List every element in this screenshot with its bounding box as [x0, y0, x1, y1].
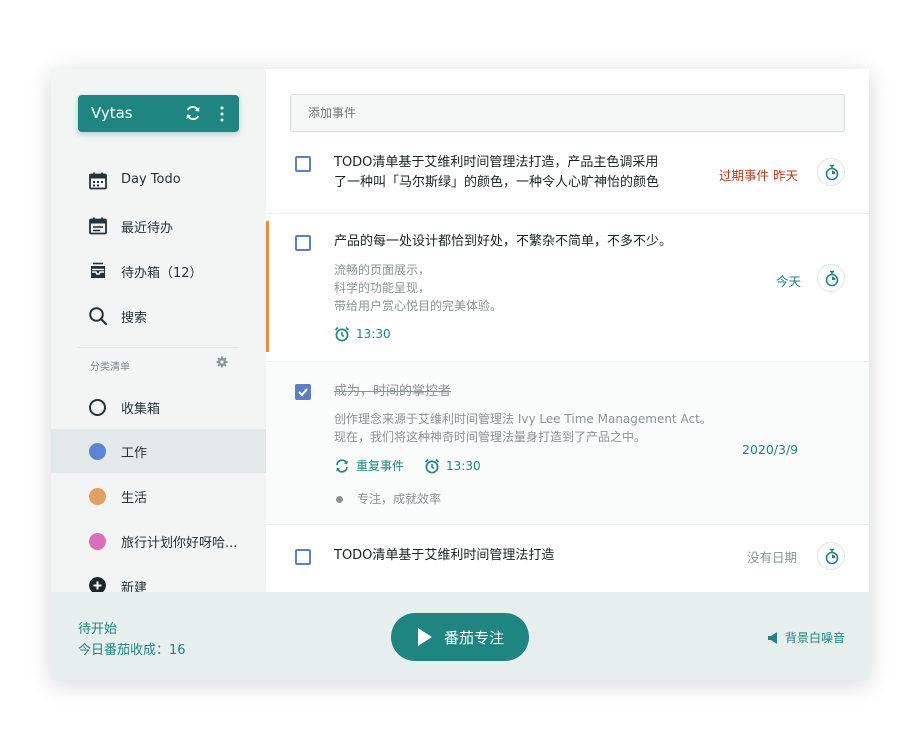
task-note-line: 流畅的页面展示， — [334, 263, 431, 277]
list-item-work[interactable]: 工作 — [51, 429, 266, 473]
task-checkbox[interactable] — [295, 235, 311, 251]
add-task-input[interactable] — [290, 94, 845, 132]
alarm-clock-icon — [424, 458, 440, 473]
sidebar-item-label: 待办箱（12） — [121, 266, 203, 281]
task-note-line: 科学的功能呈现， — [334, 281, 431, 295]
list-label: 工作 — [121, 446, 148, 461]
task-title-line2: 了一种叫「马尔斯绿」的颜色，一种令人心旷神怡的颜色 — [334, 175, 660, 190]
gear-icon[interactable] — [216, 356, 228, 368]
circle-outline-icon — [89, 399, 106, 416]
section-divider — [78, 347, 239, 348]
sidebar-item-recent[interactable]: 最近待办 — [51, 204, 266, 248]
task-note-line: 创作理念来源于艾维利时间管理法 Ivy Lee Time Management … — [334, 412, 712, 426]
color-dot-icon — [89, 443, 106, 460]
repeat-icon — [336, 458, 348, 473]
task-item[interactable]: TODO清单基于艾维利时间管理法打造，产品主色调采用 了一种叫「马尔斯绿」的颜色… — [266, 143, 869, 214]
task-item[interactable]: TODO清单基于艾维利时间管理法打造 没有日期 — [266, 525, 869, 592]
user-card[interactable]: Vytas — [78, 95, 239, 132]
task-item[interactable]: 成为，时间的掌控者 创作理念来源于艾维利时间管理法 Ivy Lee Time M… — [266, 362, 869, 525]
alarm-time: 13:30 — [446, 458, 481, 473]
inbox-icon — [91, 262, 105, 278]
speaker-icon — [768, 631, 777, 644]
task-date: 没有日期 — [747, 550, 798, 565]
task-checkbox[interactable] — [295, 549, 311, 565]
stopwatch-icon — [825, 270, 839, 287]
task-alarm: 13:30 — [334, 326, 391, 342]
tomato-timer-button[interactable] — [817, 158, 845, 186]
repeat-label: 重复事件 — [356, 459, 405, 473]
subtask-text: 专注，成就效率 — [357, 492, 442, 506]
sidebar-item-label: Day Todo — [121, 172, 181, 187]
more-vertical-icon[interactable] — [219, 105, 225, 123]
task-checkbox[interactable] — [295, 156, 311, 172]
section-title: 分类清单 — [90, 362, 130, 373]
task-panel: TODO清单基于艾维利时间管理法打造，产品主色调采用 了一种叫「马尔斯绿」的颜色… — [266, 69, 869, 592]
task-note-line: 现在，我们将这种神奇时间管理法量身打造到了产品之中。 — [334, 430, 647, 444]
tomato-focus-button[interactable]: 番茄专注 — [391, 613, 529, 661]
tomato-timer-button[interactable] — [817, 264, 845, 292]
sidebar-item-label: 最近待办 — [121, 221, 174, 236]
tomato-timer-button[interactable] — [817, 542, 845, 570]
subtask-item: 专注，成就效率 — [336, 490, 441, 508]
focus-button-label: 番茄专注 — [444, 629, 505, 647]
noise-label: 背景白噪音 — [785, 631, 846, 645]
task-title: 产品的每一处设计都恰到好处，不繁杂不简单，不多不少。 — [334, 234, 673, 249]
white-noise-button[interactable]: 背景白噪音 — [767, 629, 845, 646]
task-date: 今天 — [776, 274, 802, 289]
check-icon — [298, 388, 308, 397]
task-title: 成为，时间的掌控者 — [334, 384, 452, 399]
task-title-line1: TODO清单基于艾维利时间管理法打造，产品主色调采用 — [334, 155, 659, 170]
task-checkbox-checked[interactable] — [295, 384, 311, 400]
footer-bar: 待开始 今日番茄收成：16 番茄专注 背景白噪音 — [51, 592, 869, 680]
color-dot-icon — [89, 488, 106, 505]
task-title: TODO清单基于艾维利时间管理法打造 — [334, 548, 555, 563]
list-item-inbox[interactable]: 收集箱 — [51, 385, 266, 429]
task-note-line: 带给用户赏心悦目的完美体验。 — [334, 299, 503, 313]
list-label: 旅行计划你好呀哈... — [121, 536, 238, 551]
highlight-bar — [266, 221, 269, 352]
list-label: 生活 — [121, 491, 148, 506]
sidebar-item-inbox[interactable]: 待办箱（12） — [51, 249, 266, 293]
stopwatch-icon — [825, 548, 839, 565]
task-repeat: 重复事件 13:30 — [334, 457, 481, 474]
alarm-clock-icon — [334, 326, 350, 342]
stopwatch-icon — [825, 164, 839, 181]
tomato-harvest: 今日番茄收成：16 — [78, 643, 186, 658]
calendar-list-icon — [89, 217, 107, 235]
user-name: Vytas — [91, 104, 133, 122]
sidebar-item-day-todo[interactable]: Day Todo — [51, 159, 266, 203]
bullet-icon — [336, 495, 343, 503]
list-item-travel[interactable]: 旅行计划你好呀哈... — [51, 519, 266, 563]
calendar-icon — [89, 172, 107, 190]
timer-status: 待开始 — [78, 622, 118, 637]
color-dot-icon — [89, 533, 106, 550]
app-window: Vytas Day Todo 最近待办 待办箱（12） 搜索 分类清单 收集箱 … — [51, 69, 869, 680]
search-icon — [89, 307, 108, 326]
sidebar: Vytas Day Todo 最近待办 待办箱（12） 搜索 分类清单 收集箱 … — [51, 69, 266, 596]
list-label: 收集箱 — [121, 402, 161, 417]
task-date: 过期事件 昨天 — [719, 168, 798, 183]
task-item[interactable]: 产品的每一处设计都恰到好处，不繁杂不简单，不多不少。 流畅的页面展示， 科学的功… — [266, 214, 869, 362]
task-date: 2020/3/9 — [742, 442, 799, 457]
alarm-time: 13:30 — [356, 327, 391, 341]
sync-icon[interactable] — [184, 104, 202, 122]
sidebar-item-search[interactable]: 搜索 — [51, 294, 266, 338]
play-icon — [418, 628, 432, 646]
sidebar-item-label: 搜索 — [121, 311, 148, 326]
list-item-life[interactable]: 生活 — [51, 474, 266, 518]
